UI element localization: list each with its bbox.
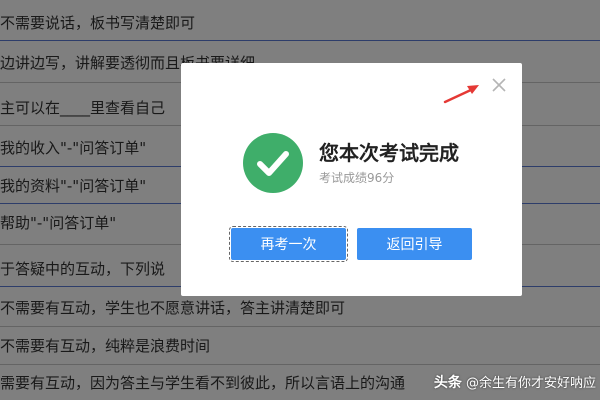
result-title: 您本次考试完成 [319, 141, 459, 165]
watermark-brand: 头条 [433, 375, 462, 391]
exam-result-dialog: 您本次考试完成 考试成绩96分 再考一次 返回引导 [181, 63, 522, 296]
check-circle-icon [243, 133, 303, 193]
back-to-guide-button[interactable]: 返回引导 [357, 228, 472, 260]
close-icon[interactable] [489, 75, 509, 95]
red-arrow-icon [443, 81, 483, 105]
watermark: 头条 @余生有你才安好呐应 [434, 372, 596, 392]
exam-score: 考试成绩96分 [319, 171, 395, 185]
watermark-handle: @余生有你才安好呐应 [465, 376, 596, 391]
retake-exam-button[interactable]: 再考一次 [229, 226, 348, 262]
